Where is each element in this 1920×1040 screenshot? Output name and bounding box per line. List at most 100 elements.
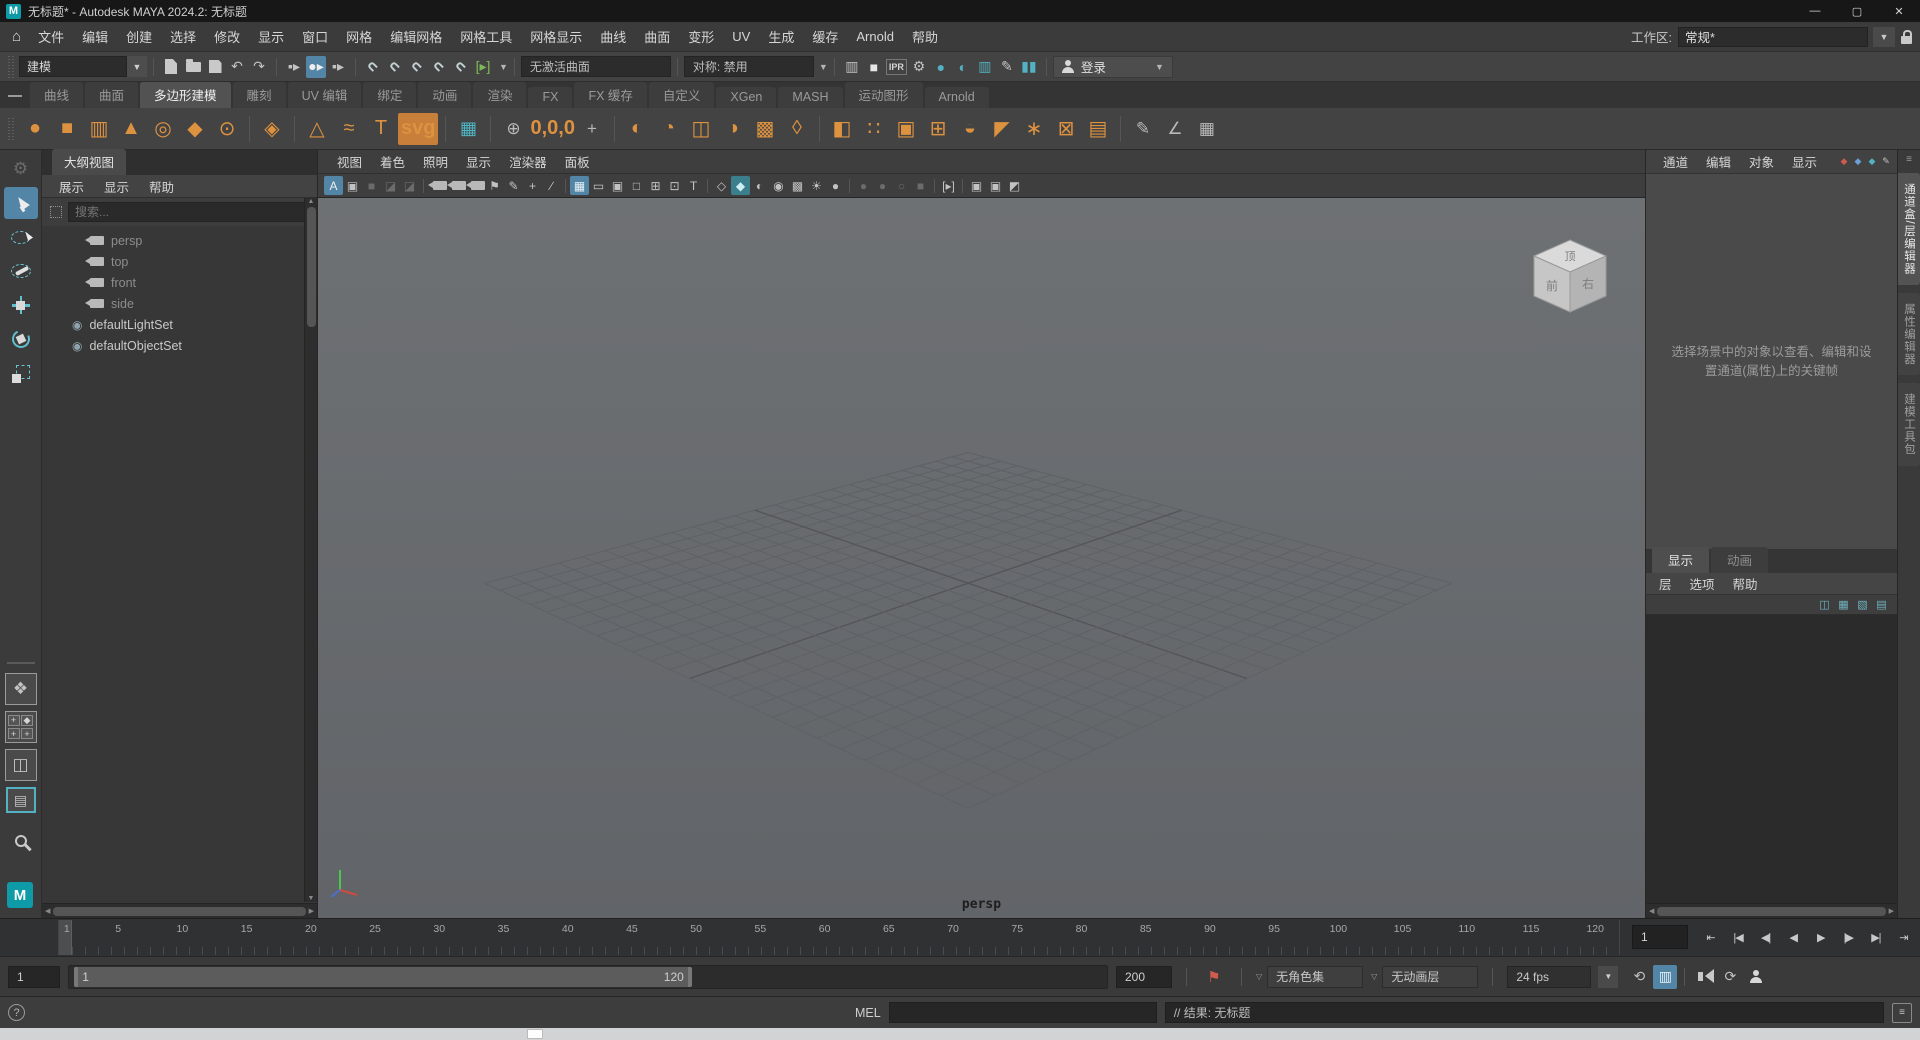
tear-off-icon[interactable]: ▣ [967,176,986,195]
viewport-menu-照明[interactable]: 照明 [414,150,457,173]
poly-plane-icon[interactable]: ◆ [180,113,210,145]
dim-icon-1[interactable]: ■ [362,176,381,195]
rotate-tool-glyph[interactable] [9,327,32,350]
type-tool-icon[interactable]: T [366,113,396,145]
auto-key-icon[interactable]: ⚑ [1202,965,1226,989]
shelf-tab-渲染[interactable]: 渲染 [473,82,526,108]
drag-handle[interactable] [8,56,15,78]
menu-帮助[interactable]: 帮助 [903,27,947,46]
rotate-tool[interactable] [4,323,38,355]
pencil-curve-icon[interactable]: ✎ [1128,113,1158,145]
frame-snap-icon[interactable]: ▥ [1653,965,1677,989]
layer-menu-帮助[interactable]: 帮助 [1724,573,1767,594]
dim-icon-7[interactable]: ■ [911,176,930,195]
open-scene-icon-glyph[interactable] [186,62,201,72]
outliner-item-top[interactable]: top [42,251,317,272]
anim-layer-value[interactable]: 无动画层 [1382,966,1478,988]
script-editor-icon[interactable]: ≡ [1892,1003,1912,1023]
character-set-dropdown[interactable]: ▽ 无角色集 [1256,966,1363,988]
step-back-key-button[interactable]: |◀ [1726,926,1751,950]
svg-tool-icon[interactable]: svg [398,113,438,145]
render-setup-icon[interactable]: ▥ [975,56,995,78]
xray-icon[interactable]: ◩ [1005,176,1024,195]
render-settings-icon[interactable]: ⚙ [909,56,929,78]
bookmark-icon[interactable]: ⚑ [485,176,504,195]
speed-key-blue-icon[interactable]: ◆ [1851,154,1865,170]
film-gate-icon[interactable]: ▭ [589,176,608,195]
zoom-tool-glyph[interactable] [15,835,27,847]
select-camera-icon-glyph[interactable] [433,181,447,190]
construction-aim-icon[interactable]: ⊕ [498,113,528,145]
menu-窗口[interactable]: 窗口 [293,27,337,46]
minimize-button[interactable]: — [1794,0,1836,22]
shelf-tab-运动图形[interactable]: 运动图形 [845,82,923,108]
shelf-tab-FX 缓存[interactable]: FX 缓存 [574,82,646,108]
channel-menu-对象[interactable]: 对象 [1740,152,1783,171]
poly-disc-icon[interactable]: ⊙ [212,113,242,145]
symmetry-caret-icon[interactable]: ▼ [819,62,828,72]
step-back-frame-button[interactable]: ◀| [1753,926,1778,950]
shelf-tab-UV 编辑[interactable]: UV 编辑 [288,82,362,108]
four-pane-layout[interactable]: +◆++ [5,711,37,743]
shelf-tab-FX[interactable]: FX [528,87,572,108]
menuset-dropdown[interactable]: 建模 [19,56,127,77]
paint-select-tool-glyph[interactable] [11,264,31,278]
play-backwards-button[interactable]: ◀ [1781,926,1806,950]
motion-blur-icon[interactable]: ● [826,176,845,195]
menu-网格显示[interactable]: 网格显示 [521,27,591,46]
menuset-caret-icon[interactable]: ▼ [127,56,147,77]
fps-caret-icon[interactable]: ▼ [1598,966,1618,988]
multi-cut-icon[interactable]: ◫ [686,113,716,145]
command-input[interactable] [889,1002,1157,1023]
refresh-playback-icon[interactable]: ⟳ [1718,965,1742,989]
safe-title-icon[interactable]: T [684,176,703,195]
layer-menu-层[interactable]: 层 [1650,573,1681,594]
manip-icon[interactable]: + [523,176,542,195]
menu-编辑[interactable]: 编辑 [73,27,117,46]
range-handle[interactable]: 1 120 [74,967,692,987]
remesh-icon[interactable]: ⊞ [923,113,953,145]
layer-tab-动画[interactable]: 动画 [1711,547,1768,573]
view-cube[interactable]: 顶前右 [1534,240,1606,312]
anim-layer-dropdown[interactable]: ▽ 无动画层 [1371,966,1478,988]
project-curve-icon[interactable]: ◑ [718,113,748,145]
sidebar-options-icon[interactable]: ≡ [1906,154,1912,165]
viewport-menu-着色[interactable]: 着色 [371,150,414,173]
audio-toggle-icon-glyph[interactable] [1698,972,1703,981]
dim-icon-4[interactable]: ● [854,176,873,195]
menu-缓存[interactable]: 缓存 [803,27,847,46]
shelf-tab-XGen[interactable]: XGen [716,87,776,108]
pencil-icon[interactable]: ∕ [542,176,561,195]
side-tab-通道盒/层编辑器[interactable]: 通道盒/层编辑器 [1898,173,1920,285]
dim-icon-6[interactable]: ○ [892,176,911,195]
character-set-value[interactable]: 无角色集 [1267,966,1363,988]
layer-hscrollbar[interactable]: ◀▶ [1646,903,1897,918]
panel-menu-icon[interactable]: A [324,176,343,195]
poly-cube-icon[interactable]: ■ [52,113,82,145]
play-forwards-button[interactable]: ▶ [1808,926,1833,950]
viewport-menu-面板[interactable]: 面板 [556,150,599,173]
shelf-tab-自定义[interactable]: 自定义 [649,82,715,108]
ipr-render-icon[interactable]: IPR [886,59,907,75]
grease-pencil-icon[interactable]: ✎ [504,176,523,195]
render-region-icon[interactable]: ■ [864,56,884,78]
viewport-menu-渲染器[interactable]: 渲染器 [500,150,556,173]
range-track[interactable]: 1 120 [68,965,1108,989]
outliner-item-defaultObjectSet[interactable]: ◉defaultObjectSet [42,335,317,356]
stack-icon[interactable]: ▣ [891,113,921,145]
menu-UV[interactable]: UV [723,29,759,44]
undo-icon[interactable]: ↶ [227,56,247,78]
layer-menu-选项[interactable]: 选项 [1681,573,1724,594]
menu-网格[interactable]: 网格 [337,27,381,46]
symmetry-field[interactable]: 对称: 禁用 [684,56,814,77]
camera-attributes-icon-glyph[interactable] [471,181,485,190]
poly-torus-icon[interactable]: ◎ [148,113,178,145]
textured-mode-icon[interactable]: ◐ [750,176,769,195]
menu-编辑网格[interactable]: 编辑网格 [381,27,451,46]
render-view-icon[interactable]: ▥ [842,56,862,78]
frame-selected-icon[interactable]: ▣ [343,176,362,195]
origin-coords-icon[interactable]: 0,0,0 [530,113,574,145]
poly-cone-icon[interactable]: ▲ [116,113,146,145]
shelf-drag-handle[interactable] [8,118,15,140]
dim-icon-2[interactable]: ◪ [381,176,400,195]
